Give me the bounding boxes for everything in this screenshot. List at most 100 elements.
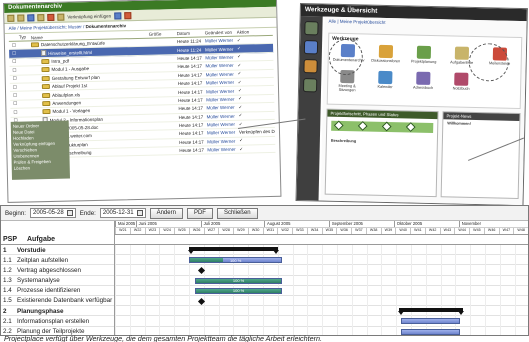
modified-by-link[interactable]: Müller Werner <box>206 105 238 111</box>
tool-label[interactable]: Notizbuch <box>446 86 476 91</box>
file-action[interactable]: Verknüpfen des Dokumentes erkennen <box>239 129 275 135</box>
task-name[interactable]: Informationsplan erstellen <box>17 318 115 325</box>
upload-icon[interactable] <box>17 14 25 22</box>
breadcrumb-project[interactable]: Meine Projektübersicht: Muster <box>20 24 82 30</box>
file-name-cell[interactable]: Anwendungen <box>32 99 150 107</box>
action-menu-item[interactable]: Löschen <box>14 165 68 172</box>
modified-by-link[interactable]: Müller Werner <box>205 38 237 44</box>
task-name[interactable]: Existierende Datenbank verfügbar <box>17 297 115 304</box>
modified-by-link[interactable]: Müller Werner <box>206 71 238 78</box>
row-checkbox[interactable]: ☐ <box>9 51 19 57</box>
row-checkbox[interactable]: ☐ <box>10 101 20 107</box>
task-name[interactable]: Vorstudie <box>17 247 115 254</box>
row-checkbox[interactable]: ☐ <box>10 84 20 90</box>
copy-icon[interactable] <box>27 13 35 21</box>
task-bar[interactable]: 100 % <box>194 277 283 284</box>
task-name[interactable]: Zeitplan aufstellen <box>17 257 115 264</box>
file-name[interactable]: Gestaltung Entwurf plan <box>52 75 100 81</box>
tool-label[interactable]: Meeting & Sitzungen <box>332 84 362 93</box>
help-icon[interactable] <box>114 11 122 19</box>
change-button[interactable]: Ändern <box>149 207 183 219</box>
task-bar[interactable]: 100 % <box>194 287 283 294</box>
file-name-cell[interactable]: Intra_pdf <box>31 57 149 65</box>
file-name[interactable]: Intra_pdf <box>51 58 69 63</box>
modified-by-link[interactable]: Müller Werner <box>205 63 237 69</box>
new-folder-icon[interactable] <box>7 14 15 22</box>
task-name[interactable]: Planungsphase <box>17 308 115 315</box>
modified-by-link[interactable]: Müller Werner <box>205 46 237 52</box>
modified-by-link[interactable]: Müller Werner <box>206 88 238 94</box>
modified-by-link[interactable]: Müller Werner <box>205 55 237 61</box>
settings-nav-icon[interactable] <box>302 78 318 93</box>
calendar-icon[interactable] <box>136 210 143 216</box>
file-name[interactable]: Datenschutzerklärung_Entwürfe <box>41 41 105 47</box>
file-name[interactable]: Ablaufplan.xls <box>52 92 80 98</box>
modified-by-link[interactable]: Müller Werner <box>207 139 239 145</box>
file-name[interactable]: Ablauf Projekt 1st <box>52 83 87 89</box>
file-name-cell[interactable]: Modul 1 - Ausgabe <box>31 65 149 73</box>
file-name-cell[interactable]: Datenschutzerklärung_Entwürfe <box>30 40 149 48</box>
row-checkbox[interactable]: ☐ <box>9 59 19 65</box>
tool-icon[interactable] <box>454 46 470 60</box>
breadcrumb-home[interactable]: Alle <box>9 26 17 31</box>
phase-marker[interactable] <box>357 121 368 131</box>
file-name-cell[interactable]: Ablauf Projekt 1st <box>32 82 150 90</box>
file-name-cell[interactable]: Ablaufplan.xls <box>32 90 150 98</box>
tool-item[interactable]: Diskussionsforen <box>371 44 401 64</box>
row-checkbox[interactable]: ☐ <box>10 76 20 82</box>
tool-item[interactable]: Notizbuch <box>446 72 476 91</box>
row-checkbox[interactable]: ☐ <box>10 109 20 115</box>
file-name[interactable]: Modul 1 - Ausgabe <box>51 66 89 72</box>
begin-date-input[interactable]: 2005-05-28 <box>30 208 76 218</box>
modified-by-link[interactable]: Müller Werner <box>207 122 239 128</box>
file-name[interactable]: Modul 1 - Vorlagen <box>52 108 90 114</box>
summary-bar[interactable] <box>398 308 464 316</box>
row-checkbox[interactable]: ☐ <box>9 42 19 48</box>
tool-label[interactable]: Adressbuch <box>408 85 438 90</box>
col-date[interactable]: Datum <box>177 30 205 37</box>
file-name[interactable]: Hinweise_erstellt.html <box>48 50 92 56</box>
row-checkbox[interactable]: ☐ <box>9 68 19 74</box>
task-bar[interactable]: 100 % <box>189 257 283 264</box>
tool-icon[interactable] <box>416 45 432 59</box>
calendar-icon[interactable] <box>66 210 73 216</box>
file-name[interactable]: Anwendungen <box>52 100 81 106</box>
tool-icon[interactable] <box>378 44 394 59</box>
phase-marker[interactable] <box>333 120 344 131</box>
task-name[interactable]: Vertrag abgeschlossen <box>17 267 115 274</box>
projects-nav-icon[interactable] <box>303 40 319 55</box>
col-type[interactable]: Typ <box>19 34 31 40</box>
pdf-button[interactable]: PDF <box>186 207 213 219</box>
file-name-cell[interactable]: Gestaltung Entwurf plan <box>32 73 150 81</box>
modified-by-link[interactable]: Müller Werner <box>207 130 239 136</box>
col-size[interactable]: Größe <box>149 31 177 38</box>
tool-label[interactable]: Kalender <box>370 85 400 90</box>
summary-bar[interactable] <box>188 247 279 254</box>
link-icon[interactable] <box>57 13 65 21</box>
col-modified-by[interactable]: Geändert von <box>205 30 237 37</box>
tool-icon[interactable] <box>454 72 469 86</box>
modified-by-link[interactable]: Müller Werner <box>207 113 239 119</box>
tool-label[interactable]: Projektplanung <box>409 59 439 65</box>
file-name-cell[interactable]: Modul 1 - Vorlagen <box>32 107 150 115</box>
insert-link-label[interactable]: Verknüpfung einfügen <box>67 13 111 19</box>
tool-label[interactable]: Diskussionsforen <box>371 59 401 64</box>
phase-marker[interactable] <box>381 121 392 132</box>
end-date-input[interactable]: 2005-12-31 <box>99 208 146 218</box>
people-nav-icon[interactable] <box>303 59 318 74</box>
tool-item[interactable]: Projektplanung <box>409 45 439 64</box>
modified-by-link[interactable]: Müller Werner <box>206 80 238 86</box>
modified-by-link[interactable]: Müller Werner <box>207 147 239 153</box>
tool-icon[interactable] <box>378 70 393 85</box>
home-nav-icon[interactable] <box>304 21 319 36</box>
task-bar[interactable] <box>400 328 460 335</box>
tool-item[interactable]: Adressbuch <box>408 71 438 90</box>
tool-icon[interactable] <box>416 71 431 85</box>
task-name[interactable]: Systemanalyse <box>17 277 115 284</box>
tool-item[interactable]: Kalender <box>370 70 400 90</box>
flag-icon[interactable] <box>124 11 132 19</box>
phase-marker[interactable] <box>405 122 416 132</box>
move-icon[interactable] <box>37 13 45 21</box>
delete-icon[interactable] <box>47 13 55 21</box>
close-button[interactable]: Schließen <box>216 207 258 219</box>
